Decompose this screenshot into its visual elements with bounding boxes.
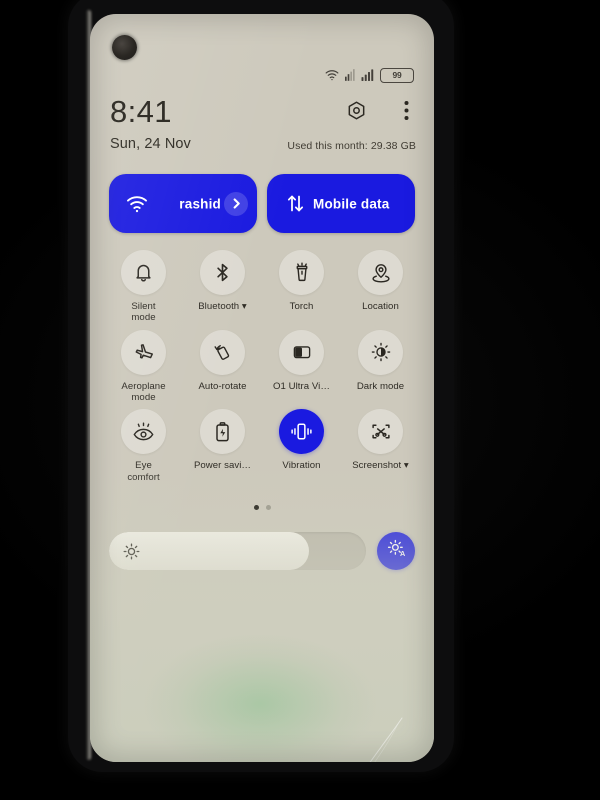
signal-bars-icon <box>361 69 374 81</box>
page-indicator <box>90 505 434 510</box>
auto-brightness-button[interactable]: A <box>377 532 415 570</box>
airplane-icon <box>121 329 166 375</box>
screen-scratch <box>369 717 403 762</box>
torch-icon <box>279 250 324 295</box>
location-pin-icon <box>358 250 403 295</box>
toggle-eye-comfort[interactable]: Eye comfort <box>104 409 183 483</box>
chevron-right-icon[interactable] <box>224 191 248 216</box>
date-label: Sun, 24 Nov <box>110 136 191 152</box>
toggle-label: Eye comfort <box>127 460 160 483</box>
eye-icon <box>121 409 166 455</box>
toggle-location[interactable]: Location <box>341 250 420 324</box>
battery-level-label: 99 <box>392 70 402 80</box>
bell-icon <box>121 250 166 295</box>
svg-text:A: A <box>400 549 406 558</box>
wifi-icon <box>325 69 339 81</box>
sim-signal-icon <box>345 69 355 81</box>
mobile-data-label: Mobile data <box>313 196 390 211</box>
toggle-label: Bluetooth ▾ <box>198 301 247 312</box>
mobile-data-tile[interactable]: Mobile data <box>267 174 415 233</box>
quick-settings-header: 8:41 Sun, 24 Nov Used this month: 29.38 … <box>90 92 434 164</box>
brightness-sun-icon <box>121 541 141 561</box>
mobile-data-arrows-icon <box>283 192 307 216</box>
toggle-label: Torch <box>289 301 314 312</box>
toggle-label: Auto-rotate <box>198 380 247 392</box>
toggle-label: Vibration <box>282 460 321 472</box>
toggle-power-saving[interactable]: Power savi… <box>183 409 262 483</box>
toggle-label: Dark mode <box>356 380 405 392</box>
more-vertical-icon[interactable] <box>394 98 418 122</box>
screenshot-icon <box>358 409 403 455</box>
photo-background: 99 8:41 Sun, 24 Nov Used this month: 29.… <box>0 0 600 800</box>
brightness-auto-icon: A <box>386 538 407 564</box>
brightness-row: A <box>109 532 415 570</box>
clock: 8:41 <box>110 94 172 129</box>
toggle-label: Silent mode <box>131 301 156 324</box>
vibration-icon <box>279 409 324 455</box>
page-dot-1[interactable] <box>253 505 259 510</box>
toggle-bluetooth[interactable]: Bluetooth ▾ <box>183 250 262 324</box>
status-bar: 99 <box>90 64 434 86</box>
bluetooth-icon <box>200 250 245 295</box>
connectivity-tiles: rashid Mobile data <box>109 174 415 233</box>
battery-indicator: 99 <box>380 67 414 83</box>
toggle-aeroplane-mode[interactable]: Aeroplane mode <box>104 329 183 404</box>
quick-toggle-grid: Silent mode Bluetooth ▾ Torch Location A… <box>104 250 420 483</box>
dark-mode-icon <box>358 329 403 375</box>
phone-screen: 99 8:41 Sun, 24 Nov Used this month: 29.… <box>90 14 434 762</box>
toggle-vibration[interactable]: Vibration <box>262 409 341 483</box>
toggle-o1-ultra-vision[interactable]: O1 Ultra Vi… <box>262 329 341 404</box>
front-camera-punch-hole <box>112 35 137 60</box>
toggle-silent-mode[interactable]: Silent mode <box>104 250 183 324</box>
toggle-label: O1 Ultra Vi… <box>273 380 330 392</box>
toggle-label: Screenshot ▾ <box>352 460 409 472</box>
toggle-screenshot[interactable]: Screenshot ▾ <box>341 409 420 483</box>
battery-save-icon <box>200 409 245 455</box>
data-usage-label: Used this month: 29.38 GB <box>287 140 416 152</box>
ultra-vision-icon <box>279 329 324 375</box>
toggle-label: Location <box>362 301 399 312</box>
wifi-icon <box>125 192 149 216</box>
toggle-label: Power savi… <box>193 460 252 472</box>
toggle-dark-mode[interactable]: Dark mode <box>341 329 420 404</box>
page-dot-2[interactable] <box>265 505 271 510</box>
settings-hex-icon[interactable] <box>344 98 368 122</box>
toggle-label: Aeroplane mode <box>121 380 166 403</box>
toggle-auto-rotate[interactable]: Auto-rotate <box>183 329 262 404</box>
wifi-network-name: rashid <box>179 196 221 211</box>
wifi-tile[interactable]: rashid <box>109 174 257 233</box>
brightness-slider[interactable] <box>109 532 366 570</box>
toggle-torch[interactable]: Torch <box>262 250 341 324</box>
auto-rotate-icon <box>200 329 245 375</box>
header-actions <box>344 98 418 122</box>
